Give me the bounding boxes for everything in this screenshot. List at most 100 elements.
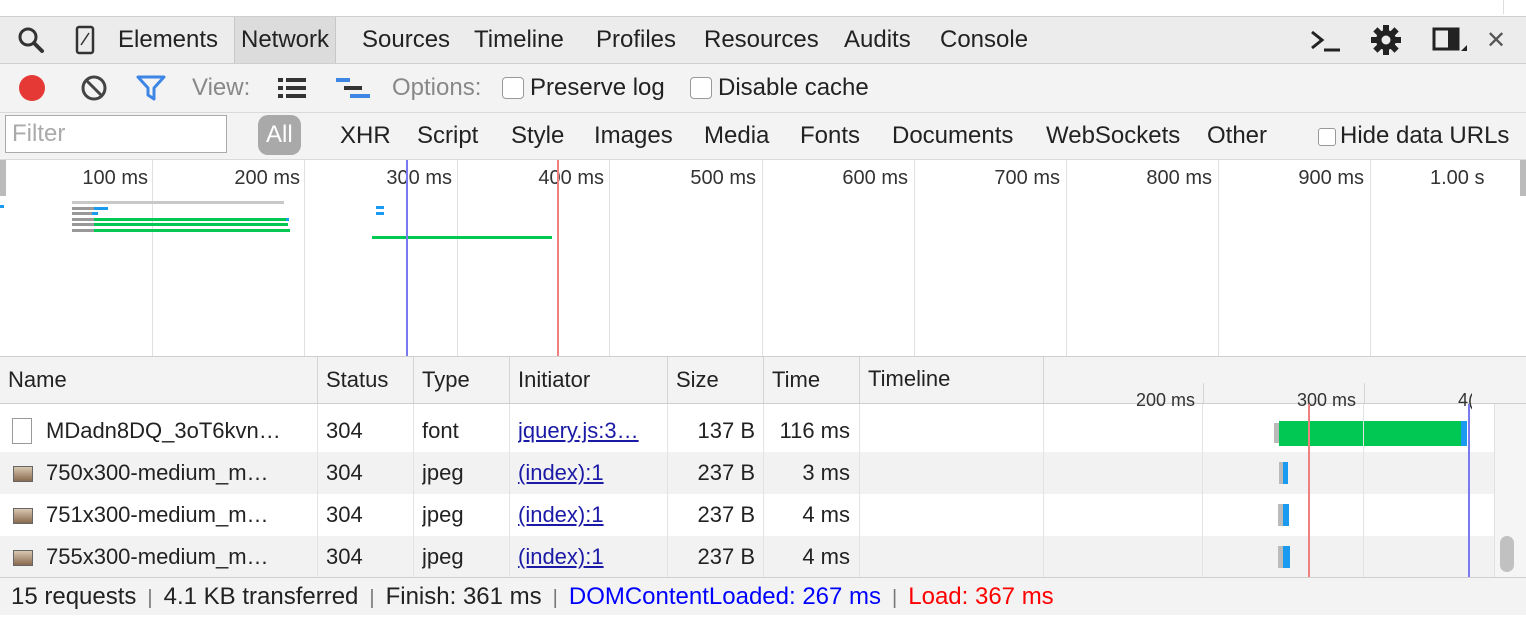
network-toolbar: View: Options: Preserve log Disable cach… bbox=[0, 64, 1526, 113]
tab-sources[interactable]: Sources bbox=[356, 17, 456, 63]
overview-bar bbox=[72, 218, 94, 221]
record-button[interactable] bbox=[18, 64, 46, 112]
filter-type-all[interactable]: All bbox=[258, 115, 301, 155]
request-name[interactable]: 751x300-medium_m… bbox=[46, 494, 312, 536]
hide-data-urls-checkbox[interactable]: Hide data URLs bbox=[1318, 113, 1526, 159]
disable-cache-checkbox[interactable]: Disable cache bbox=[690, 64, 869, 112]
column-divider bbox=[1043, 404, 1044, 577]
grid-line bbox=[152, 160, 153, 356]
load-time: Load: 367 ms bbox=[908, 583, 1054, 610]
filter-type-websockets[interactable]: WebSockets bbox=[1046, 113, 1180, 159]
dock-side-icon[interactable] bbox=[1428, 17, 1470, 63]
preserve-log-box[interactable] bbox=[502, 77, 524, 99]
column-header-time[interactable]: Time bbox=[763, 357, 859, 403]
request-size: 237 B bbox=[697, 460, 756, 485]
view-label: View: bbox=[192, 74, 251, 101]
overview-bar bbox=[92, 212, 98, 215]
waterfall-bar-download bbox=[1283, 546, 1290, 568]
request-count: 15 requests bbox=[11, 583, 137, 610]
column-header-timeline[interactable]: Timeline bbox=[859, 357, 1043, 403]
request-initiator-link[interactable]: jquery.js:3… bbox=[518, 410, 658, 452]
overview-bar bbox=[372, 236, 552, 239]
request-status: 304 bbox=[326, 544, 363, 569]
filter-type-media[interactable]: Media bbox=[704, 113, 769, 159]
column-divider bbox=[413, 404, 414, 577]
filter-icon[interactable] bbox=[136, 64, 166, 112]
waterfall-view-icon[interactable] bbox=[336, 64, 370, 112]
overview-left-handle[interactable] bbox=[0, 160, 6, 196]
column-divider bbox=[859, 404, 860, 577]
column-header-name[interactable]: Name bbox=[0, 357, 317, 403]
network-overview[interactable]: 100 ms 200 ms 300 ms 400 ms 500 ms 600 m… bbox=[0, 160, 1526, 357]
table-scrollbar-thumb[interactable] bbox=[1500, 536, 1514, 572]
column-divider bbox=[509, 404, 510, 577]
overview-tick-label: 700 ms bbox=[994, 167, 1060, 189]
request-status: 304 bbox=[326, 460, 363, 485]
request-initiator-link[interactable]: (index):1 bbox=[518, 452, 658, 494]
tab-audits[interactable]: Audits bbox=[838, 17, 917, 63]
filter-type-xhr[interactable]: XHR bbox=[340, 113, 391, 159]
column-header-size[interactable]: Size bbox=[667, 357, 763, 403]
filter-type-fonts[interactable]: Fonts bbox=[800, 113, 860, 159]
grid-line bbox=[304, 160, 305, 356]
tab-network[interactable]: Network bbox=[234, 17, 337, 63]
tab-resources[interactable]: Resources bbox=[698, 17, 825, 63]
column-header-initiator[interactable]: Initiator bbox=[509, 357, 667, 403]
preserve-log-checkbox[interactable]: Preserve log bbox=[502, 64, 665, 112]
filter-type-documents[interactable]: Documents bbox=[892, 113, 1013, 159]
request-size: 137 B bbox=[697, 418, 756, 443]
overview-bar bbox=[376, 206, 384, 209]
clear-button[interactable] bbox=[80, 64, 108, 112]
close-icon[interactable]: ✕ bbox=[1482, 17, 1510, 63]
request-type: jpeg bbox=[422, 502, 464, 527]
device-mode-icon[interactable] bbox=[70, 17, 100, 63]
filter-type-script[interactable]: Script bbox=[417, 113, 478, 159]
request-time: 3 ms bbox=[802, 460, 850, 485]
large-rows-icon[interactable] bbox=[278, 64, 306, 112]
dom-content-loaded-time: DOMContentLoaded: 267 ms bbox=[568, 583, 882, 610]
requests-table-header: Name Status Type Initiator Size Time Tim… bbox=[0, 357, 1526, 410]
overview-tick-label: 100 ms bbox=[82, 167, 148, 189]
request-name[interactable]: MDadn8DQ_3oT6kvn… bbox=[46, 410, 312, 452]
network-summary-bar: 15 requests | 4.1 KB transferred | Finish: 3… bbox=[0, 577, 1526, 615]
console-drawer-icon[interactable] bbox=[1306, 17, 1346, 63]
tab-elements[interactable]: Elements bbox=[112, 17, 224, 63]
filter-type-images[interactable]: Images bbox=[594, 113, 673, 159]
filter-type-style[interactable]: Style bbox=[511, 113, 564, 159]
overview-bar bbox=[72, 207, 94, 210]
dom-content-loaded-marker bbox=[406, 160, 408, 356]
file-icon bbox=[12, 418, 32, 444]
request-name[interactable]: 755x300-medium_m… bbox=[46, 536, 312, 577]
waterfall-bar-receive bbox=[1279, 421, 1461, 446]
column-header-type[interactable]: Type bbox=[413, 357, 509, 403]
separator: | bbox=[369, 587, 375, 609]
disable-cache-label: Disable cache bbox=[718, 74, 869, 101]
hide-data-urls-box[interactable] bbox=[1318, 127, 1336, 146]
column-header-status[interactable]: Status bbox=[317, 357, 413, 403]
overview-bar bbox=[72, 223, 94, 226]
grid-line bbox=[914, 160, 915, 356]
waterfall-bar-download bbox=[1461, 421, 1467, 446]
request-initiator-link[interactable]: (index):1 bbox=[518, 536, 658, 577]
tab-profiles[interactable]: Profiles bbox=[590, 17, 682, 63]
tab-console[interactable]: Console bbox=[934, 17, 1034, 63]
overview-bar bbox=[94, 223, 288, 226]
finish-time: Finish: 361 ms bbox=[385, 583, 542, 610]
overview-bar bbox=[94, 207, 108, 210]
search-icon[interactable] bbox=[14, 17, 48, 63]
filter-bar: All XHR Script Style Images Media Fonts … bbox=[0, 113, 1526, 160]
filter-input[interactable] bbox=[5, 115, 227, 153]
request-initiator-link[interactable]: (index):1 bbox=[518, 494, 658, 536]
overview-bar bbox=[94, 218, 286, 221]
disable-cache-box[interactable] bbox=[690, 77, 712, 99]
tab-timeline[interactable]: Timeline bbox=[468, 17, 570, 63]
overview-bar bbox=[72, 229, 94, 232]
request-name[interactable]: 750x300-medium_m… bbox=[46, 452, 312, 494]
timeline-tick bbox=[1203, 383, 1204, 403]
filter-type-other[interactable]: Other bbox=[1207, 113, 1267, 159]
page-scrollbar[interactable] bbox=[1503, 0, 1518, 14]
gear-icon[interactable] bbox=[1366, 17, 1406, 63]
load-marker bbox=[1308, 404, 1310, 577]
separator: | bbox=[892, 587, 898, 609]
options-label: Options: bbox=[392, 74, 482, 101]
